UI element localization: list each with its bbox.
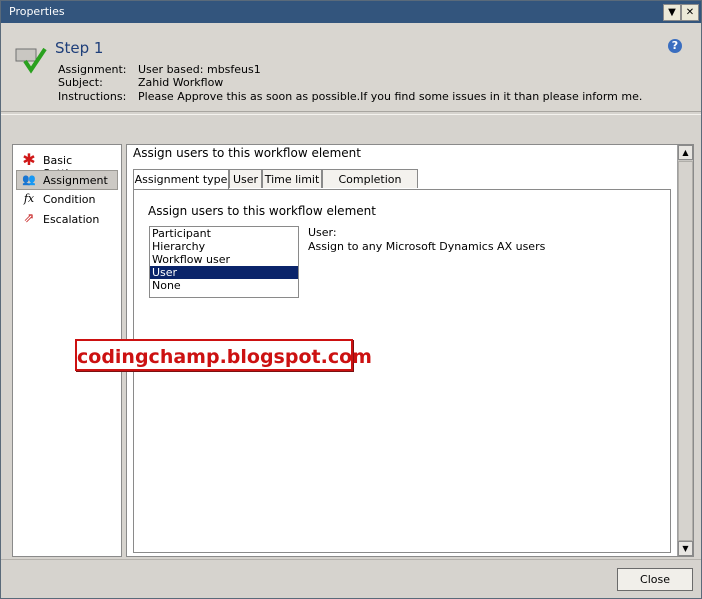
scroll-down-icon[interactable]: ▼: [678, 541, 693, 556]
assignment-value: User based: mbsfeus1: [138, 63, 261, 76]
properties-window: Properties ▼ ✕ Step 1 Assignment: User b…: [0, 0, 702, 599]
assignment-label: Assignment:: [58, 63, 127, 76]
tab-assignment-type[interactable]: Assignment type: [133, 169, 229, 190]
vertical-scrollbar[interactable]: ▲ ▼: [677, 145, 693, 556]
watermark-banner: codingchamp.blogspot.com: [75, 339, 372, 371]
nav-item-label: Condition: [43, 193, 96, 206]
tab-completion-policy[interactable]: Completion policy: [322, 169, 418, 205]
header-divider: [1, 111, 701, 115]
window-title: Properties: [9, 5, 65, 18]
panel-heading: Assign users to this workflow element: [133, 146, 361, 160]
step-header: Step 1 Assignment: User based: mbsfeus1 …: [1, 23, 701, 111]
close-window-button[interactable]: ✕: [681, 4, 699, 21]
list-item[interactable]: None: [150, 279, 298, 292]
nav-item-label: Assignment: [43, 174, 108, 187]
nav-item-escalation[interactable]: ⇗ Escalation: [17, 210, 117, 228]
nav-item-label: Escalation: [43, 213, 100, 226]
tab-user[interactable]: User: [229, 169, 262, 188]
list-item[interactable]: Hierarchy: [150, 240, 298, 253]
menu-dropdown-button[interactable]: ▼: [663, 4, 681, 21]
close-button[interactable]: Close: [617, 568, 693, 591]
assignment-users-icon: 👥: [22, 173, 36, 186]
help-icon[interactable]: ?: [668, 39, 682, 53]
instructions-value: Please Approve this as soon as possible.…: [138, 90, 643, 103]
approved-step-icon: [15, 47, 47, 74]
list-item-selected[interactable]: User: [150, 266, 298, 279]
tab-time-limit[interactable]: Time limit: [262, 169, 322, 188]
subject-value: Zahid Workflow: [138, 76, 224, 89]
instructions-label: Instructions:: [58, 90, 127, 103]
nav-item-assignment[interactable]: 👥 Assignment: [16, 170, 118, 190]
escalation-icon: ⇗: [23, 211, 35, 226]
asterisk-icon: ✱: [22, 150, 36, 169]
description-text: Assign to any Microsoft Dynamics AX user…: [308, 240, 546, 253]
list-item[interactable]: Workflow user: [150, 253, 298, 266]
title-bar: Properties ▼ ✕: [1, 1, 701, 23]
subject-label: Subject:: [58, 76, 103, 89]
list-item[interactable]: Participant: [150, 227, 298, 240]
assignment-type-listbox[interactable]: Participant Hierarchy Workflow user User…: [149, 226, 299, 298]
nav-item-basic-settings[interactable]: ✱ Basic Settings: [17, 150, 117, 181]
description-title: User:: [308, 226, 337, 239]
function-fx-icon: fx: [23, 192, 35, 205]
section-label: Assign users to this workflow element: [148, 204, 376, 218]
nav-item-condition[interactable]: fx Condition: [17, 190, 117, 208]
step-title: Step 1: [55, 39, 104, 57]
scroll-up-icon[interactable]: ▲: [678, 145, 693, 160]
scroll-thumb[interactable]: [678, 161, 693, 541]
footer-divider: [1, 559, 701, 560]
